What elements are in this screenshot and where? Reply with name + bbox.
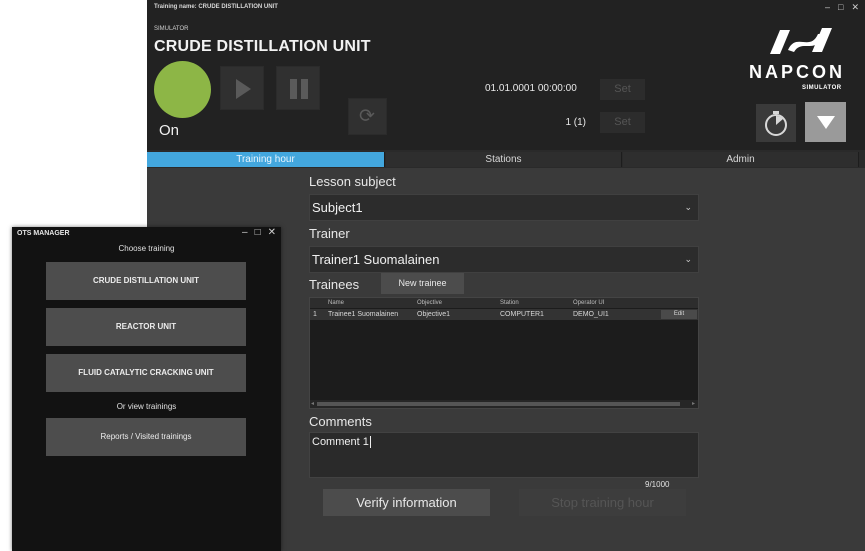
maximize-icon[interactable]: □ (255, 227, 261, 238)
lesson-subject-value: Subject1 (312, 200, 363, 215)
choose-training-label: Choose training (118, 244, 175, 253)
chevron-down-icon: ⌄ (684, 254, 692, 264)
tab-training-hour[interactable]: Training hour (147, 152, 385, 167)
ots-window-controls: – □ ✕ (242, 227, 276, 238)
logo-subtitle: SIMULATOR (802, 85, 842, 91)
simulator-label: SIMULATOR (154, 26, 189, 32)
character-count: 9/1000 (645, 480, 670, 489)
horizontal-scrollbar[interactable]: ◂ ▸ (310, 400, 698, 408)
scroll-right-icon[interactable]: ▸ (692, 400, 695, 408)
comments-textarea[interactable]: Comment 1 (309, 432, 699, 478)
trainee-station: COMPUTER1 (500, 311, 544, 318)
scroll-left-icon[interactable]: ◂ (311, 400, 314, 408)
text-cursor (369, 436, 371, 448)
table-header: Name Objective Station Operator UI (310, 298, 698, 308)
status-indicator[interactable] (154, 61, 211, 118)
reset-button[interactable]: ⟳ (348, 98, 387, 135)
pause-button[interactable] (276, 66, 320, 110)
maximize-icon[interactable]: □ (838, 2, 843, 13)
trainer-select[interactable]: Trainer1 Suomalainen ⌄ (309, 246, 699, 273)
crude-distillation-unit-button[interactable]: CRUDE DISTILLATION UNIT (46, 262, 246, 300)
tab-bar: Training hour Stations Admin (147, 150, 865, 168)
comments-label: Comments (309, 414, 372, 429)
close-icon[interactable]: ✕ (268, 227, 276, 238)
sim-counter: 1 (1) (565, 117, 586, 128)
column-header[interactable]: Name (328, 298, 344, 308)
table-row[interactable]: 1 Trainee1 Suomalainen Objective1 COMPUT… (310, 309, 698, 320)
new-trainee-button[interactable]: New trainee (381, 273, 464, 294)
trainee-objective: Objective1 (417, 311, 451, 318)
minimize-icon[interactable]: – (825, 2, 830, 13)
edit-button[interactable]: Edit (661, 310, 697, 319)
reports-button[interactable]: Reports / Visited trainings (46, 418, 246, 456)
stop-training-hour-button[interactable]: Stop training hour (519, 489, 686, 516)
verify-information-button[interactable]: Verify information (323, 489, 490, 516)
chevron-down-icon: ⌄ (684, 202, 692, 212)
ots-title: OTS MANAGER (17, 230, 70, 237)
lesson-subject-label: Lesson subject (309, 174, 396, 189)
or-view-trainings-label: Or view trainings (116, 402, 177, 411)
column-header[interactable]: Objective (417, 298, 442, 308)
unit-name: CRUDE DISTILLATION UNIT (154, 38, 371, 55)
trainee-name: Trainee1 Suomalainen (328, 311, 399, 318)
set-counter-button[interactable]: Set (600, 112, 645, 133)
dropdown-button[interactable] (805, 102, 846, 142)
ots-manager-window: OTS MANAGER – □ ✕ Choose training CRUDE … (12, 227, 281, 551)
close-icon[interactable]: ✕ (851, 2, 859, 13)
tab-admin[interactable]: Admin (623, 152, 859, 167)
refresh-icon: ⟳ (359, 106, 375, 127)
napcon-logo-icon (770, 28, 832, 54)
trainer-value: Trainer1 Suomalainen (312, 252, 440, 267)
trainer-label: Trainer (309, 226, 350, 241)
reactor-unit-button[interactable]: REACTOR UNIT (46, 308, 246, 346)
column-header[interactable]: Station (500, 298, 519, 308)
trainees-table: Name Objective Station Operator UI 1 Tra… (309, 297, 699, 409)
row-index: 1 (313, 311, 317, 318)
fluid-catalytic-cracking-unit-button[interactable]: FLUID CATALYTIC CRACKING UNIT (46, 354, 246, 392)
scrollbar-thumb[interactable] (317, 402, 680, 406)
stopwatch-icon (765, 111, 787, 136)
sim-datetime: 01.01.0001 00:00:00 (485, 83, 577, 94)
logo-text: NAPCON (749, 62, 846, 82)
set-time-button[interactable]: Set (600, 79, 645, 100)
trainee-operator-ui: DEMO_UI1 (573, 311, 609, 318)
lesson-subject-select[interactable]: Subject1 ⌄ (309, 194, 699, 221)
window-controls: – □ ✕ (825, 2, 859, 13)
trainees-label: Trainees (309, 277, 360, 292)
tab-stations[interactable]: Stations (386, 152, 622, 167)
column-header[interactable]: Operator UI (573, 298, 604, 308)
simulator-header: Training name: CRUDE DISTILLATION UNIT –… (147, 0, 865, 150)
play-button[interactable] (220, 66, 264, 110)
stopwatch-button[interactable] (756, 104, 796, 142)
minimize-icon[interactable]: – (242, 227, 248, 238)
training-name: Training name: CRUDE DISTILLATION UNIT (154, 4, 278, 10)
comment-text: Comment 1 (312, 436, 369, 448)
status-text: On (159, 122, 180, 139)
